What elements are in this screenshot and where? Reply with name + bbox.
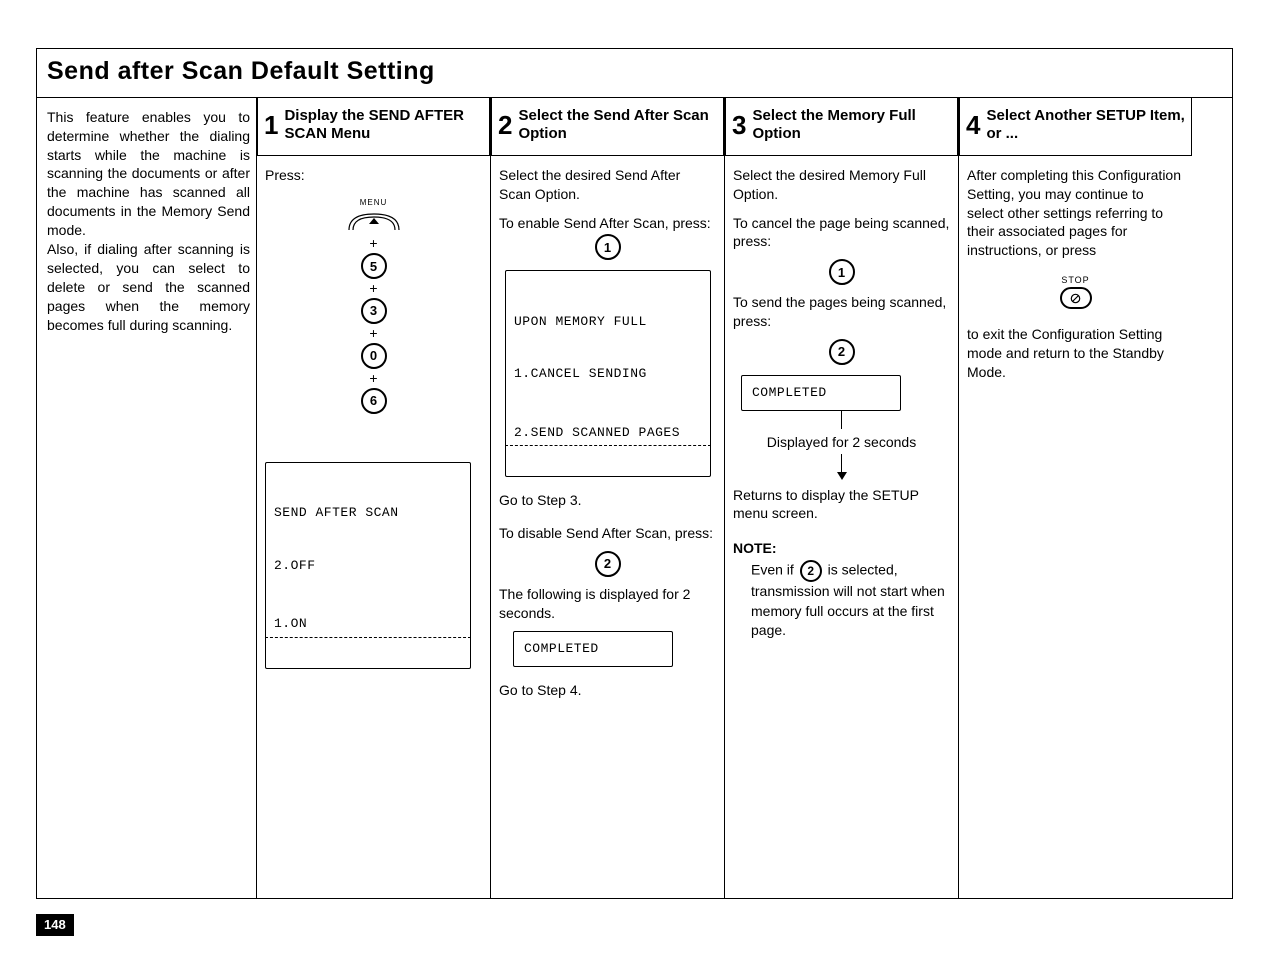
enable-text: To enable Send After Scan, press: xyxy=(499,214,716,233)
step-2: 2 Select the Send After Scan Option Sele… xyxy=(490,98,724,898)
flow-line-icon xyxy=(841,454,842,472)
keypad-3-icon: 3 xyxy=(361,298,387,324)
goto-step-4: Go to Step 4. xyxy=(499,681,716,700)
button-sequence: MENU + 5 + 3 + 0 + 6 xyxy=(265,191,482,416)
step4-intro: After completing this Configuration Sett… xyxy=(967,166,1184,260)
step-1: 1 Display the SEND AFTER SCAN Menu Press… xyxy=(256,98,490,898)
keypad-5-icon: 5 xyxy=(361,253,387,279)
menu-label: MENU xyxy=(360,198,388,207)
displayed-2s-label: Displayed for 2 seconds xyxy=(733,433,950,452)
step-1-header: 1 Display the SEND AFTER SCAN Menu xyxy=(257,98,490,156)
lcd-completed: COMPLETED xyxy=(513,631,673,667)
step-number: 3 xyxy=(732,108,746,143)
intro-p1: This feature enables you to determine wh… xyxy=(47,108,250,240)
step-3-header: 3 Select the Memory Full Option xyxy=(725,98,958,156)
page-frame: Send after Scan Default Setting This fea… xyxy=(36,48,1233,899)
plus-icon: + xyxy=(265,324,482,343)
intro-column: This feature enables you to determine wh… xyxy=(37,98,256,898)
step-title: Select the Send After Scan Option xyxy=(518,107,717,143)
step-2-body: Select the desired Send After Scan Optio… xyxy=(491,156,724,724)
step-1-body: Press: MENU + 5 + 3 + 0 + 6 S xyxy=(257,156,490,679)
menu-button-icon xyxy=(347,210,401,232)
keypad-1-icon: 1 xyxy=(829,259,855,285)
keypad-6-icon: 6 xyxy=(361,388,387,414)
lcd-line-2: 1.CANCEL SENDING xyxy=(514,365,702,383)
step-title: Select Another SETUP Item, or ... xyxy=(986,107,1185,143)
keypad-2-icon: 2 xyxy=(829,339,855,365)
page-number: 148 xyxy=(36,914,74,936)
exit-text: to exit the Configuration Setting mode a… xyxy=(967,325,1184,382)
press-label: Press: xyxy=(265,166,482,185)
lcd-completed: COMPLETED xyxy=(741,375,901,411)
disable-text: To disable Send After Scan, press: xyxy=(499,524,716,543)
stop-button-icon: STOP xyxy=(1055,274,1097,309)
step-4-header: 4 Select Another SETUP Item, or ... xyxy=(959,98,1192,156)
plus-icon: + xyxy=(265,234,482,253)
step-2-header: 2 Select the Send After Scan Option xyxy=(491,98,724,156)
keypad-2-icon: 2 xyxy=(595,551,621,577)
step3-intro: Select the desired Memory Full Option. xyxy=(733,166,950,204)
plus-icon: + xyxy=(265,279,482,298)
lcd-alt-option: 1.ON xyxy=(265,611,471,638)
lcd-line-1: SEND AFTER SCAN xyxy=(274,504,462,522)
displayed-2s-text: The following is displayed for 2 seconds… xyxy=(499,585,716,623)
keypad-2-icon: 2 xyxy=(800,560,822,582)
keypad-1-icon: 1 xyxy=(595,234,621,260)
returns-text: Returns to display the SETUP menu screen… xyxy=(733,486,950,524)
columns: This feature enables you to determine wh… xyxy=(37,98,1232,898)
send-text: To send the pages being scanned, press: xyxy=(733,293,950,331)
step-3-body: Select the desired Memory Full Option. T… xyxy=(725,156,958,651)
lcd-display: SEND AFTER SCAN 2.OFF 1.ON xyxy=(265,462,471,669)
intro-p2: Also, if dialing after scanning is selec… xyxy=(47,240,250,334)
step-4-body: After completing this Configuration Sett… xyxy=(959,156,1192,392)
step-number: 1 xyxy=(264,108,278,143)
page-title: Send after Scan Default Setting xyxy=(37,49,1232,98)
step-3: 3 Select the Memory Full Option Select t… xyxy=(724,98,958,898)
step-title: Select the Memory Full Option xyxy=(752,107,951,143)
arrow-down-icon xyxy=(837,472,847,480)
lcd-line-1: UPON MEMORY FULL xyxy=(514,313,702,331)
plus-icon: + xyxy=(265,369,482,388)
step-4: 4 Select Another SETUP Item, or ... Afte… xyxy=(958,98,1192,898)
note-body: Even if 2 is selected, transmission will… xyxy=(733,558,950,641)
stop-shape-icon xyxy=(1060,287,1092,309)
lcd-line-2: 2.OFF xyxy=(274,557,462,575)
lcd-alt-option: 2.SEND SCANNED PAGES xyxy=(505,420,711,447)
step2-intro: Select the desired Send After Scan Optio… xyxy=(499,166,716,204)
goto-step-3: Go to Step 3. xyxy=(499,491,716,510)
step-number: 2 xyxy=(498,108,512,143)
lcd-display: UPON MEMORY FULL 1.CANCEL SENDING 2.SEND… xyxy=(505,270,711,477)
flow-line-icon xyxy=(841,411,842,429)
cancel-text: To cancel the page being scanned, press: xyxy=(733,214,950,252)
note-heading: NOTE: xyxy=(733,539,950,558)
keypad-0-icon: 0 xyxy=(361,343,387,369)
step-number: 4 xyxy=(966,108,980,143)
stop-label: STOP xyxy=(1055,274,1097,286)
step-title: Display the SEND AFTER SCAN Menu xyxy=(284,107,483,143)
note-text-a: Even if xyxy=(751,562,798,578)
